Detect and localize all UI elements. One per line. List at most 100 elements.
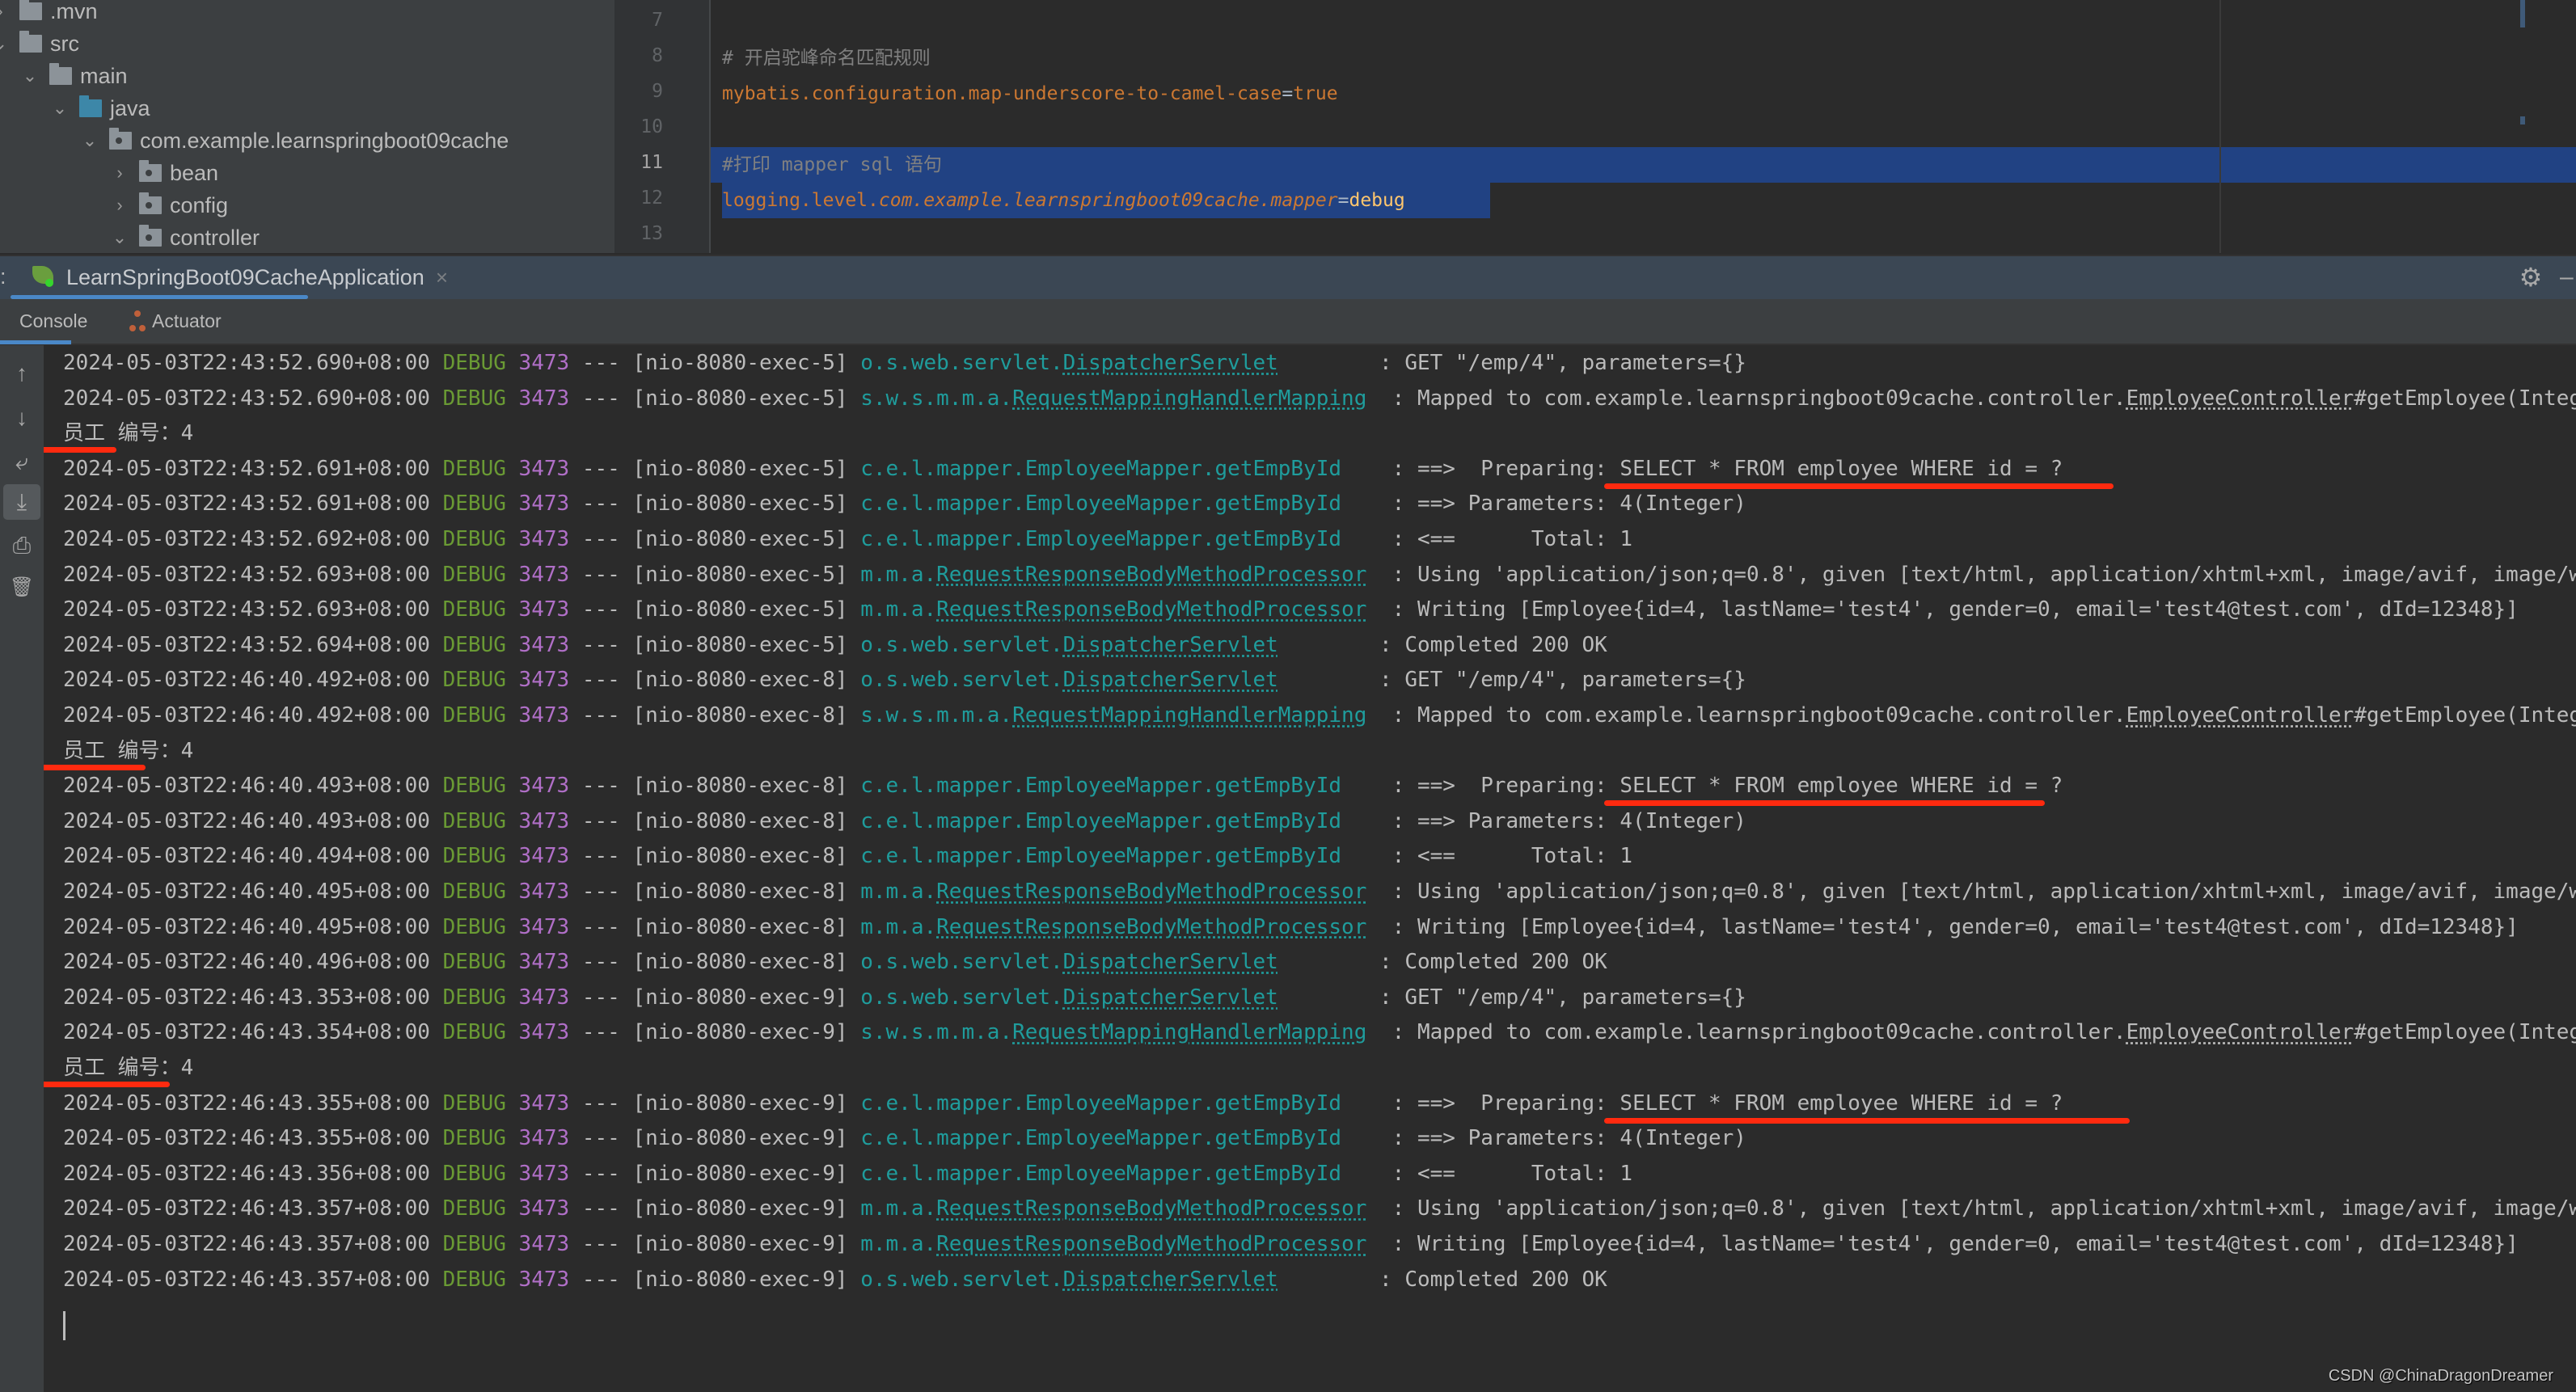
controller-class-link[interactable]: EmployeeController (2126, 703, 2354, 728)
message-text: : <== Total: 1 (1391, 1161, 1633, 1186)
tab-actuator[interactable]: Actuator (129, 299, 222, 344)
logger-class-link[interactable]: RequestResponseBodyMethodProcessor (936, 563, 1366, 587)
console-output[interactable]: 2024-05-03T22:43:52.690+08:00 DEBUG 3473… (44, 345, 2576, 1392)
log-separator: --- (581, 950, 620, 975)
log-pid: 3473 (518, 1020, 570, 1045)
log-message: : Mapped to com.example.learnspringboot0… (1392, 1020, 2576, 1044)
log-logger[interactable]: m.m.a.RequestResponseBodyMethodProcessor (860, 915, 1366, 939)
logger-class-link[interactable]: RequestResponseBodyMethodProcessor (936, 597, 1366, 622)
log-timestamp: 2024-05-03T22:46:40.493+08:00 (63, 808, 430, 833)
chevron-down-icon[interactable]: ⌄ (112, 229, 128, 247)
log-separator: --- (581, 703, 620, 728)
log-separator: --- (581, 386, 620, 411)
log-thread: [nio-8080-exec-5] (632, 386, 848, 411)
chevron-right-icon[interactable]: › (0, 2, 8, 20)
tree-item[interactable]: ⌄ src (0, 27, 79, 60)
log-thread: [nio-8080-exec-5] (632, 527, 848, 551)
logger-class-link[interactable]: DispatcherServlet (1063, 950, 1278, 974)
controller-class-link[interactable]: EmployeeController (2126, 1020, 2354, 1044)
tree-item[interactable]: › bean (112, 157, 218, 189)
chevron-down-icon[interactable]: ⌄ (82, 132, 98, 150)
minimize-icon[interactable]: – (2560, 263, 2576, 292)
tree-item[interactable]: ⌄ controller (112, 221, 260, 253)
logger-class-link[interactable]: RequestResponseBodyMethodProcessor (936, 915, 1366, 939)
logger-class-link[interactable]: RequestResponseBodyMethodProcessor (936, 1196, 1366, 1221)
log-timestamp: 2024-05-03T22:46:40.492+08:00 (63, 668, 430, 693)
logger-class-link[interactable]: RequestMappingHandlerMapping (1012, 386, 1366, 411)
scroll-to-end-icon[interactable]: ⤓ (3, 484, 40, 520)
log-thread: [nio-8080-exec-9] (632, 985, 848, 1010)
log-logger[interactable]: m.m.a.RequestResponseBodyMethodProcessor (860, 879, 1366, 904)
log-level: DEBUG (442, 562, 506, 587)
run-tab[interactable]: LearnSpringBoot09CacheApplication × (32, 256, 448, 299)
logger-class-link[interactable]: RequestResponseBodyMethodProcessor (936, 879, 1366, 904)
log-level: DEBUG (442, 1267, 506, 1292)
log-logger[interactable]: o.s.web.servlet.DispatcherServlet (860, 985, 1278, 1010)
arrow-up-icon[interactable]: ↑ (3, 357, 40, 390)
gear-icon[interactable]: ⚙ (2516, 263, 2545, 292)
arrow-down-icon[interactable]: ↓ (3, 402, 40, 434)
log-timestamp: 2024-05-03T22:46:40.493+08:00 (63, 774, 430, 799)
log-logger[interactable]: m.m.a.RequestResponseBodyMethodProcessor (860, 1232, 1366, 1256)
log-padding (1366, 563, 1379, 587)
log-logger[interactable]: s.w.s.m.m.a.RequestMappingHandlerMapping (860, 386, 1366, 411)
log-logger[interactable]: o.s.web.servlet.DispatcherServlet (860, 950, 1278, 974)
code-line-8: # 开启驼峰命名匹配规则 (722, 42, 931, 74)
controller-class-link[interactable]: EmployeeController (2126, 386, 2354, 411)
log-line: 2024-05-03T22:43:52.690+08:00 DEBUG 3473… (63, 345, 1746, 381)
message-text: : ==> Preparing: SELECT * FROM employee … (1391, 1090, 2063, 1116)
logger-class-link[interactable]: DispatcherServlet (1063, 351, 1278, 375)
tree-item[interactable]: › .mvn (0, 0, 98, 27)
log-timestamp: 2024-05-03T22:43:52.691+08:00 (63, 456, 430, 481)
log-logger[interactable]: m.m.a.RequestResponseBodyMethodProcessor (860, 1196, 1366, 1221)
chevron-right-icon[interactable]: › (112, 164, 128, 182)
logger-prefix: s.w.s.m.m.a. (860, 1020, 1013, 1045)
log-timestamp: 2024-05-03T22:46:43.357+08:00 (63, 1232, 430, 1256)
logger-class-link[interactable]: RequestMappingHandlerMapping (1012, 703, 1366, 728)
stdout-line: 员工 编号：4 (63, 415, 193, 451)
log-logger[interactable]: o.s.web.servlet.DispatcherServlet (860, 668, 1278, 692)
log-pid: 3473 (518, 703, 570, 728)
close-icon[interactable]: × (436, 265, 448, 290)
log-logger[interactable]: o.s.web.servlet.DispatcherServlet (860, 351, 1278, 375)
tree-item[interactable]: ⌄ com.example.learnspringboot09cache (82, 124, 509, 157)
log-logger[interactable]: o.s.web.servlet.DispatcherServlet (860, 633, 1278, 657)
logger-class-link[interactable]: DispatcherServlet (1063, 1268, 1278, 1292)
log-level: DEBUG (442, 1196, 506, 1221)
trash-icon[interactable]: 🗑 (3, 572, 40, 604)
log-logger[interactable]: m.m.a.RequestResponseBodyMethodProcessor (860, 563, 1366, 587)
log-timestamp: 2024-05-03T22:46:40.495+08:00 (63, 879, 430, 904)
chevron-right-icon[interactable]: › (112, 196, 128, 214)
log-logger[interactable]: m.m.a.RequestResponseBodyMethodProcessor (860, 597, 1366, 622)
log-level: DEBUG (442, 527, 506, 551)
print-icon[interactable]: ⎙ (3, 529, 40, 562)
log-logger[interactable]: s.w.s.m.m.a.RequestMappingHandlerMapping (860, 703, 1366, 728)
soft-wrap-icon[interactable]: ⤶ (3, 446, 40, 479)
log-pid: 3473 (518, 985, 570, 1010)
chevron-down-icon[interactable]: ⌄ (0, 35, 8, 53)
logger-class-link[interactable]: DispatcherServlet (1063, 668, 1278, 692)
log-timestamp: 2024-05-03T22:46:40.494+08:00 (63, 844, 430, 869)
log-logger[interactable]: o.s.web.servlet.DispatcherServlet (860, 1268, 1278, 1292)
log-line: 2024-05-03T22:43:52.693+08:00 DEBUG 3473… (63, 592, 2519, 627)
log-logger[interactable]: s.w.s.m.m.a.RequestMappingHandlerMapping (860, 1020, 1366, 1044)
stdout-line: 员工 编号：4 (63, 1050, 193, 1086)
package-icon (109, 128, 132, 150)
tree-item[interactable]: › config (112, 189, 228, 221)
logger-class-link[interactable]: DispatcherServlet (1063, 633, 1278, 657)
logger-class-link[interactable]: DispatcherServlet (1063, 985, 1278, 1010)
logger-class-link[interactable]: RequestResponseBodyMethodProcessor (936, 1232, 1366, 1256)
tab-console[interactable]: Console (19, 299, 87, 344)
logger-prefix: m.m.a. (860, 879, 937, 904)
chevron-down-icon[interactable]: ⌄ (22, 67, 38, 85)
log-separator: --- (581, 1232, 620, 1256)
tree-item[interactable]: ⌄ main (22, 60, 128, 92)
logger-prefix: m.m.a. (860, 597, 937, 622)
logger-class-link[interactable]: RequestMappingHandlerMapping (1012, 1020, 1366, 1044)
log-level: DEBUG (442, 844, 506, 869)
log-padding (1341, 457, 1379, 481)
property-value: debug (1349, 190, 1405, 211)
chevron-down-icon[interactable]: ⌄ (52, 99, 68, 117)
log-padding (1341, 809, 1379, 833)
tree-item[interactable]: ⌄ java (52, 92, 150, 124)
